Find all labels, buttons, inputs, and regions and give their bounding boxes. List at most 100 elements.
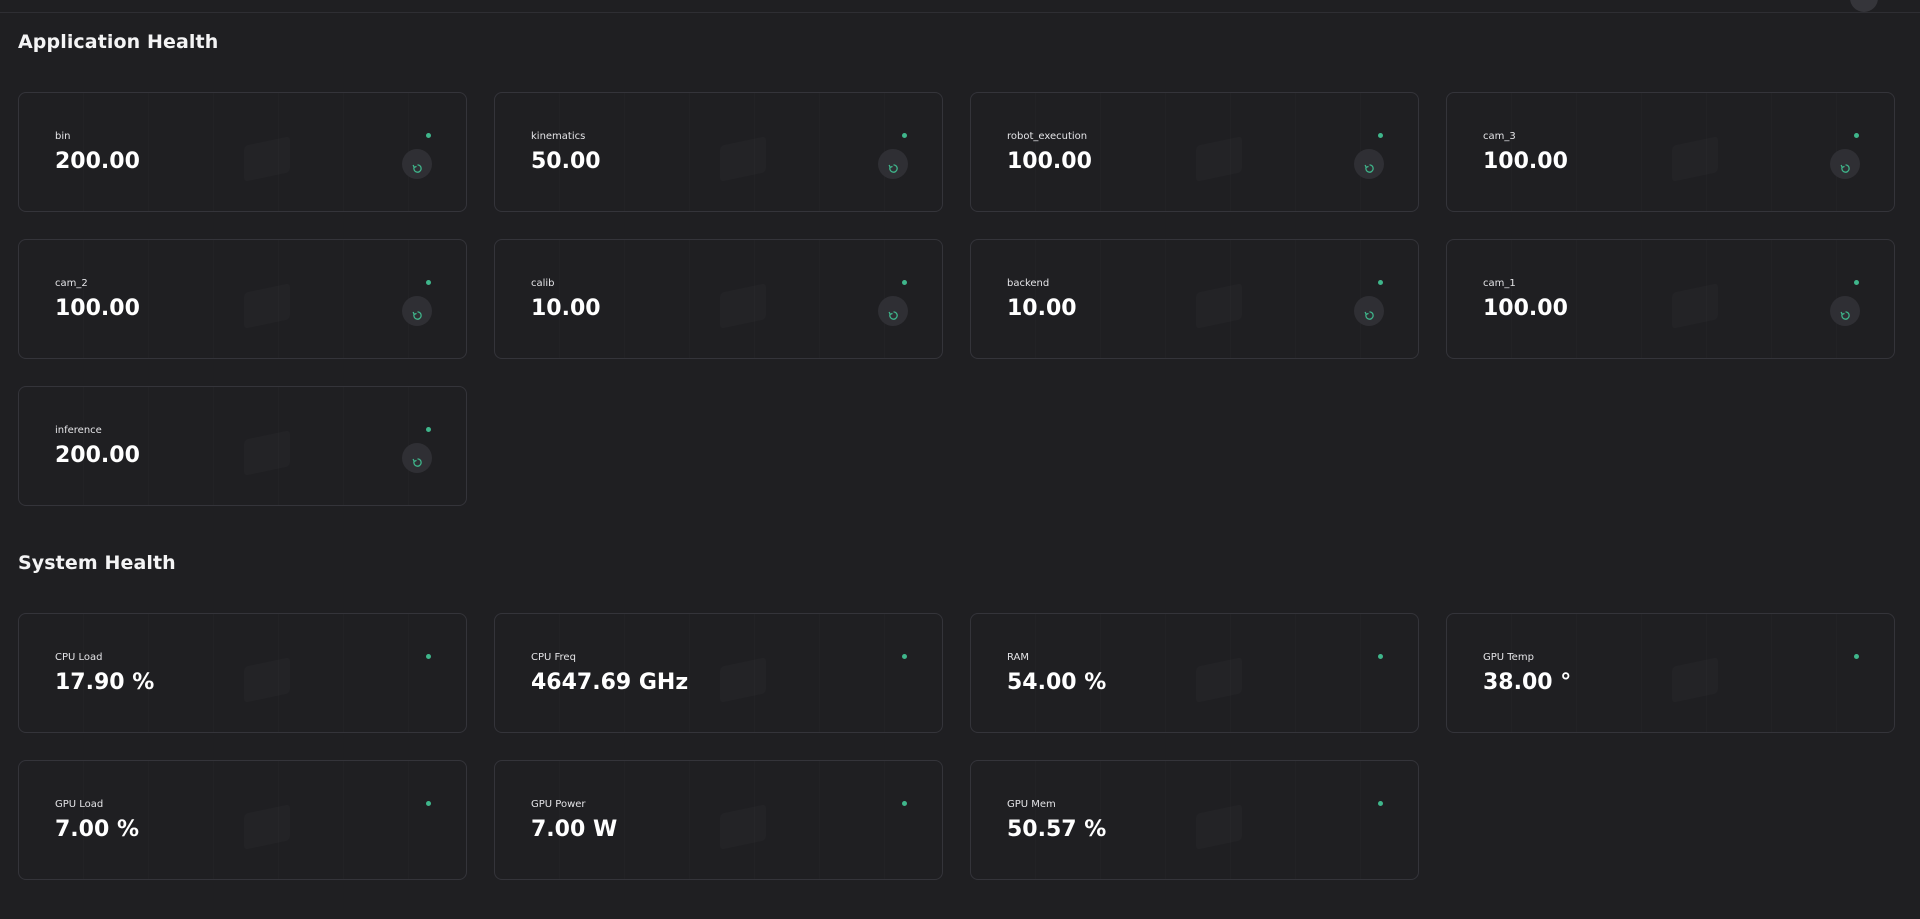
status-dot-icon — [1854, 280, 1859, 285]
status-dot-icon — [1378, 133, 1383, 138]
system-health-title: System Health — [18, 552, 176, 574]
sys-card-value: 54.00 % — [1007, 670, 1107, 695]
status-dot-icon — [426, 280, 431, 285]
app-card-value: 200.00 — [55, 149, 140, 174]
sys-card-value: 4647.69 GHz — [531, 670, 689, 695]
app-card-backend: backend 10.00 — [970, 239, 1419, 359]
app-card-value: 50.00 — [531, 149, 601, 174]
app-card-kinematics: kinematics 50.00 — [494, 92, 943, 212]
restart-button[interactable] — [1830, 296, 1860, 326]
system-health-grid: CPU Load 17.90 % CPU Freq 4647.69 GHz RA… — [18, 613, 1896, 880]
sys-card-value: 7.00 % — [55, 817, 139, 842]
status-dot-icon — [1854, 133, 1859, 138]
restart-button[interactable] — [402, 149, 432, 179]
restart-icon — [1364, 164, 1374, 173]
restart-icon — [888, 164, 898, 173]
top-bar — [0, 0, 1920, 13]
app-card-label: kinematics — [531, 131, 586, 142]
status-dot-icon — [426, 427, 431, 432]
app-card-cam-2: cam_2 100.00 — [18, 239, 467, 359]
app-card-label: bin — [55, 131, 71, 142]
status-dot-icon — [426, 801, 431, 806]
app-card-label: cam_2 — [55, 278, 88, 289]
status-dot-icon — [426, 654, 431, 659]
user-avatar[interactable] — [1850, 0, 1878, 12]
status-dot-icon — [902, 133, 907, 138]
sys-card-label: GPU Temp — [1483, 652, 1534, 663]
app-card-robot-execution: robot_execution 100.00 — [970, 92, 1419, 212]
status-dot-icon — [426, 133, 431, 138]
card-watermark-icon — [1672, 657, 1718, 703]
sys-card-cpu-freq: CPU Freq 4647.69 GHz — [494, 613, 943, 733]
card-watermark-icon — [244, 136, 290, 182]
sys-card-gpu-load: GPU Load 7.00 % — [18, 760, 467, 880]
sys-card-ram: RAM 54.00 % — [970, 613, 1419, 733]
restart-button[interactable] — [1354, 149, 1384, 179]
card-watermark-icon — [720, 657, 766, 703]
app-card-value: 100.00 — [1483, 296, 1568, 321]
restart-icon — [1840, 164, 1850, 173]
app-card-label: inference — [55, 425, 102, 436]
restart-icon — [1840, 311, 1850, 320]
card-watermark-icon — [244, 283, 290, 329]
app-card-label: cam_1 — [1483, 278, 1516, 289]
status-dot-icon — [902, 801, 907, 806]
card-watermark-icon — [1672, 136, 1718, 182]
sys-card-value: 38.00 ° — [1483, 670, 1572, 695]
sys-card-value: 17.90 % — [55, 670, 155, 695]
app-card-cam-1: cam_1 100.00 — [1446, 239, 1895, 359]
card-watermark-icon — [720, 136, 766, 182]
restart-button[interactable] — [878, 149, 908, 179]
status-dot-icon — [1378, 654, 1383, 659]
app-card-inference: inference 200.00 — [18, 386, 467, 506]
restart-button[interactable] — [402, 443, 432, 473]
sys-card-gpu-mem: GPU Mem 50.57 % — [970, 760, 1419, 880]
card-watermark-icon — [1196, 283, 1242, 329]
card-watermark-icon — [1196, 136, 1242, 182]
application-health-title: Application Health — [18, 31, 219, 53]
sys-card-cpu-load: CPU Load 17.90 % — [18, 613, 467, 733]
card-watermark-icon — [244, 430, 290, 476]
application-health-grid: bin 200.00 kinematics 50.00 robot_execut… — [18, 92, 1896, 506]
status-dot-icon — [1378, 801, 1383, 806]
card-watermark-icon — [244, 804, 290, 850]
sys-card-label: GPU Mem — [1007, 799, 1056, 810]
card-watermark-icon — [1196, 657, 1242, 703]
restart-icon — [1364, 311, 1374, 320]
card-watermark-icon — [720, 804, 766, 850]
app-card-label: backend — [1007, 278, 1050, 289]
status-dot-icon — [1854, 654, 1859, 659]
status-dot-icon — [1378, 280, 1383, 285]
restart-button[interactable] — [402, 296, 432, 326]
app-card-value: 10.00 — [1007, 296, 1077, 321]
restart-icon — [412, 311, 422, 320]
sys-card-value: 7.00 W — [531, 817, 618, 842]
restart-icon — [888, 311, 898, 320]
status-dot-icon — [902, 654, 907, 659]
app-card-label: robot_execution — [1007, 131, 1088, 142]
restart-button[interactable] — [878, 296, 908, 326]
app-card-label: cam_3 — [1483, 131, 1516, 142]
sys-card-label: CPU Freq — [531, 652, 576, 663]
app-card-value: 100.00 — [1483, 149, 1568, 174]
sys-card-label: CPU Load — [55, 652, 103, 663]
app-card-value: 200.00 — [55, 443, 140, 468]
app-card-calib: calib 10.00 — [494, 239, 943, 359]
card-watermark-icon — [1196, 804, 1242, 850]
app-card-value: 100.00 — [1007, 149, 1092, 174]
status-dot-icon — [902, 280, 907, 285]
restart-button[interactable] — [1354, 296, 1384, 326]
restart-icon — [412, 164, 422, 173]
sys-card-label: RAM — [1007, 652, 1030, 663]
sys-card-label: GPU Load — [55, 799, 104, 810]
app-card-cam-3: cam_3 100.00 — [1446, 92, 1895, 212]
restart-icon — [412, 458, 422, 467]
restart-button[interactable] — [1830, 149, 1860, 179]
app-card-label: calib — [531, 278, 555, 289]
sys-card-gpu-temp: GPU Temp 38.00 ° — [1446, 613, 1895, 733]
card-watermark-icon — [1672, 283, 1718, 329]
card-watermark-icon — [244, 657, 290, 703]
app-card-value: 10.00 — [531, 296, 601, 321]
sys-card-label: GPU Power — [531, 799, 586, 810]
sys-card-value: 50.57 % — [1007, 817, 1107, 842]
